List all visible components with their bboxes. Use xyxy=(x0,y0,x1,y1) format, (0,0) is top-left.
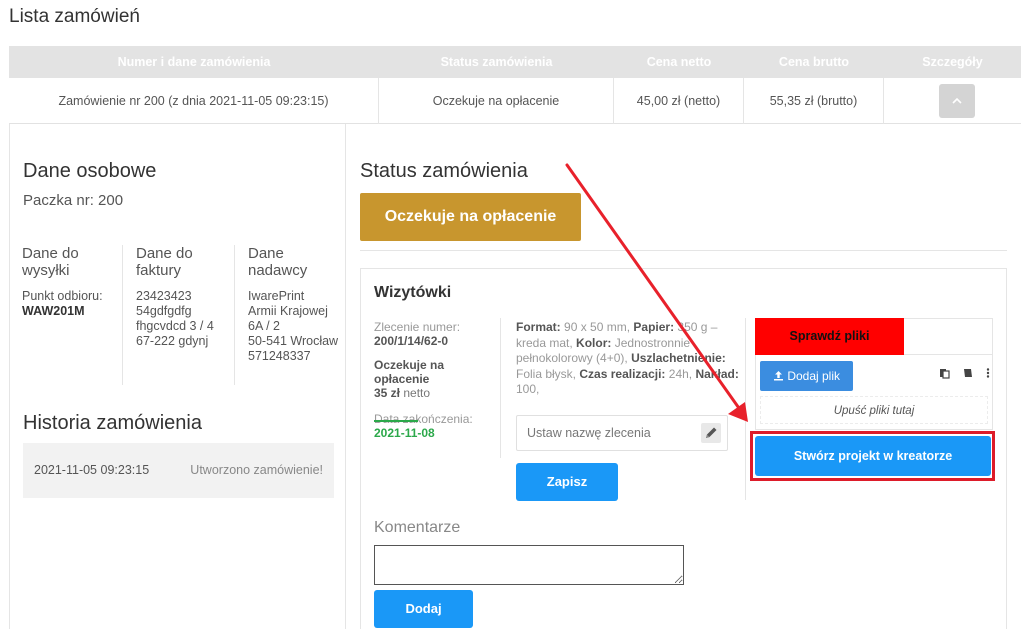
shipping-point-code: WAW201M xyxy=(22,304,85,318)
spec-value: 90 x 50 mm, xyxy=(564,320,631,334)
header-details: Szczegóły xyxy=(922,55,983,69)
add-file-label: Dodaj plik xyxy=(787,369,841,383)
cell-net: 45,00 zł (netto) xyxy=(614,78,744,124)
sender-column: Dane nadawcy IwarePrint Armii Krajowej 6… xyxy=(234,245,339,385)
order-price: 35 zł xyxy=(374,386,401,400)
order-name-field xyxy=(516,415,728,451)
book-icon[interactable] xyxy=(962,367,974,379)
spec-label: Uszlachetnienie: xyxy=(631,351,726,365)
add-comment-button[interactable]: Dodaj xyxy=(374,590,473,628)
drop-zone[interactable]: Upuść pliki tutaj xyxy=(760,396,988,424)
order-number: 200/1/14/62-0 xyxy=(374,334,449,348)
price-underline xyxy=(374,420,418,422)
order-state: Oczekuje na opłacenie xyxy=(374,358,445,386)
shipping-line: Punkt odbioru: xyxy=(22,289,103,303)
invoice-heading: Dane do faktury xyxy=(136,245,193,279)
shipping-heading: Dane do wysyłki xyxy=(22,245,79,279)
status-badge: Oczekuje na opłacenie xyxy=(360,193,581,241)
spec-label: Format: xyxy=(516,320,561,334)
order-name-input[interactable] xyxy=(517,416,697,450)
sender-line: 50-541 Wrocław xyxy=(248,334,339,348)
order-meta: Zlecenie numer: 200/1/14/62-0 Oczekuje n… xyxy=(374,320,496,440)
add-file-button[interactable]: Dodaj plik xyxy=(760,361,853,391)
sender-heading: Dane nadawcy xyxy=(248,245,308,279)
cell-gross: 55,35 zł (brutto) xyxy=(744,78,884,124)
invoice-line: 67-222 gdynj xyxy=(136,334,209,348)
history-item: 2021-11-05 09:23:15 Utworzono zamówienie… xyxy=(23,443,334,498)
header-status: Status zamówienia xyxy=(440,55,553,69)
sender-line: Armii Krajowej 6A / 2 xyxy=(248,304,328,333)
spec-label: Nakład: xyxy=(695,366,739,381)
create-in-creator-button[interactable]: Stwórz projekt w kreatorze xyxy=(755,436,991,476)
comments-heading: Komentarze xyxy=(374,519,461,536)
header-order: Numer i dane zamówienia xyxy=(117,55,271,69)
spec-value: Folia błysk, xyxy=(516,366,577,381)
package-number: Paczka nr: 200 xyxy=(23,192,124,209)
cell-status: Oczekuje na opłacenie xyxy=(379,78,614,124)
table-header: Numer i dane zamówienia Status zamówieni… xyxy=(9,46,1021,78)
check-files-button[interactable]: Sprawdź pliki xyxy=(755,318,904,355)
history-heading: Historia zamówienia xyxy=(23,412,202,434)
invoice-line: fhgcvdcd 3 / 4 xyxy=(136,319,214,333)
spec-label: Kolor: xyxy=(576,335,612,350)
sender-line: IwarePrint xyxy=(248,289,305,303)
end-date: 2021-11-08 xyxy=(374,426,435,440)
order-price-suffix: netto xyxy=(403,386,431,400)
end-date-label: Data zakończenia: xyxy=(374,412,473,426)
divider xyxy=(360,250,1007,251)
upload-icon xyxy=(773,371,783,381)
product-title: Wizytówki xyxy=(374,284,452,301)
spec-label: Czas realizacji: xyxy=(579,366,666,381)
more-vertical-icon[interactable] xyxy=(986,367,990,379)
invoice-column: Dane do faktury 23423423 54gdfgdfg fhgcv… xyxy=(122,245,232,385)
order-number-label: Zlecenie numer: xyxy=(374,320,461,334)
header-net: Cena netto xyxy=(646,55,712,69)
spec-value: 24h, xyxy=(668,366,693,381)
divider xyxy=(745,318,746,500)
spec-value: 100, xyxy=(516,382,540,396)
invoice-line: 23423423 xyxy=(136,289,192,303)
sender-line: 571248337 xyxy=(248,349,311,363)
file-toolbar xyxy=(939,367,990,382)
product-specs: Format: 90 x 50 mm, Papier: 350 g – kred… xyxy=(516,320,742,398)
history-date: 2021-11-05 09:23:15 xyxy=(34,463,150,477)
spec-label: Papier: xyxy=(633,320,675,334)
save-button[interactable]: Zapisz xyxy=(516,463,618,501)
edit-name-button[interactable] xyxy=(701,423,721,443)
status-heading: Status zamówienia xyxy=(360,160,528,182)
personal-data-heading: Dane osobowe xyxy=(23,160,157,182)
invoice-line: 54gdfgdfg xyxy=(136,304,192,318)
pencil-icon xyxy=(706,427,717,438)
toggle-details-button[interactable] xyxy=(939,84,975,118)
cell-order: Zamówienie nr 200 (z dnia 2021-11-05 09:… xyxy=(9,78,379,124)
shipping-column: Dane do wysyłki Punkt odbioru: WAW201M xyxy=(22,245,120,319)
page-title: Lista zamówień xyxy=(9,6,140,27)
chevron-up-icon xyxy=(952,97,962,104)
divider xyxy=(500,318,501,458)
header-gross: Cena brutto xyxy=(778,55,850,69)
paste-icon[interactable] xyxy=(939,367,951,379)
table-row: Zamówienie nr 200 (z dnia 2021-11-05 09:… xyxy=(9,78,1021,124)
history-event: Utworzono zamówienie! xyxy=(190,463,323,477)
comment-textarea[interactable] xyxy=(374,545,684,585)
